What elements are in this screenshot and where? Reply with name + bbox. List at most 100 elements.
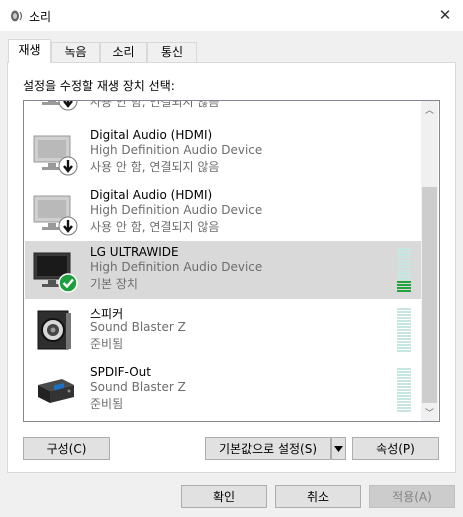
meter-segment bbox=[397, 320, 411, 322]
volume-meter bbox=[397, 368, 411, 412]
device-name: SPDIF-Out bbox=[90, 365, 151, 379]
meter-segment bbox=[397, 350, 411, 352]
dropdown-arrow-icon[interactable] bbox=[334, 445, 343, 452]
meter-segment bbox=[397, 410, 411, 412]
meter-segment bbox=[397, 326, 411, 328]
monitor-icon bbox=[33, 252, 78, 293]
meter-segment bbox=[397, 314, 411, 316]
meter-segment bbox=[397, 317, 411, 319]
scroll-thumb[interactable] bbox=[422, 187, 437, 403]
meter-segment bbox=[397, 392, 411, 394]
scroll-up-button[interactable]: ︿ bbox=[421, 101, 438, 118]
meter-segment bbox=[397, 287, 411, 289]
device-description: Sound Blaster Z bbox=[90, 320, 186, 334]
meter-segment bbox=[397, 395, 411, 397]
meter-segment bbox=[397, 377, 411, 379]
device-name: Digital Audio (HDMI) bbox=[90, 188, 213, 202]
chevron-down-icon[interactable]: ﹀ bbox=[425, 406, 434, 419]
volume-meter bbox=[397, 308, 411, 352]
volume-meter bbox=[397, 248, 411, 292]
configure-button[interactable]: 구성(C) bbox=[23, 437, 110, 460]
device-status: 사용 안 함, 연결되지 않음 bbox=[90, 220, 220, 234]
device-row[interactable]: 스피커 Sound Blaster Z 준비됨 bbox=[25, 301, 421, 359]
meter-segment bbox=[397, 308, 411, 310]
check-icon bbox=[58, 273, 78, 293]
meter-segment bbox=[397, 401, 411, 403]
meter-segment bbox=[397, 335, 411, 337]
meter-segment bbox=[397, 281, 411, 283]
tab-recording[interactable]: 녹음 bbox=[51, 42, 100, 62]
meter-segment bbox=[397, 278, 411, 280]
set-default-button[interactable]: 기본값으로 설정(S) bbox=[205, 437, 331, 460]
meter-segment bbox=[397, 263, 411, 265]
device-description: Sound Blaster Z bbox=[90, 380, 186, 394]
device-description: High Definition Audio Device bbox=[90, 143, 263, 157]
device-status: 기본 장치 bbox=[90, 277, 138, 291]
meter-segment bbox=[397, 347, 411, 349]
spdif-device-icon bbox=[38, 379, 74, 403]
properties-button[interactable]: 속성(P) bbox=[352, 437, 439, 460]
device-description: High Definition Audio Device bbox=[90, 260, 263, 274]
device-list[interactable]: 사용 안 함, 연결되지 않음 Digital Audio (HDMI) Hig… bbox=[23, 100, 440, 422]
apply-button[interactable]: 적용(A) bbox=[369, 485, 455, 508]
meter-segment bbox=[397, 371, 411, 373]
meter-segment bbox=[397, 272, 411, 274]
meter-segment bbox=[397, 275, 411, 277]
meter-segment bbox=[397, 257, 411, 259]
device-row-selected[interactable]: LG ULTRAWIDE High Definition Audio Devic… bbox=[25, 241, 421, 299]
tab-playback[interactable]: 재생 bbox=[8, 39, 51, 63]
meter-segment bbox=[397, 311, 411, 313]
meter-segment bbox=[397, 260, 411, 262]
ok-button[interactable]: 확인 bbox=[181, 485, 267, 508]
chevron-up-icon[interactable]: ︿ bbox=[425, 103, 434, 116]
device-status: 사용 안 함, 연결되지 않음 bbox=[90, 100, 220, 109]
device-status: 준비됨 bbox=[90, 397, 124, 411]
close-button[interactable]: ✕ bbox=[432, 4, 458, 26]
monitor-icon bbox=[33, 135, 78, 176]
device-name: LG ULTRAWIDE bbox=[90, 245, 179, 259]
arrow-down-icon bbox=[58, 216, 78, 236]
meter-segment bbox=[397, 332, 411, 334]
meter-segment bbox=[397, 368, 411, 370]
arrow-down-icon bbox=[58, 156, 78, 176]
meter-segment bbox=[397, 389, 411, 391]
device-description: High Definition Audio Device bbox=[90, 203, 263, 217]
scroll-down-button[interactable]: ﹀ bbox=[421, 404, 438, 421]
cancel-button[interactable]: 취소 bbox=[275, 485, 361, 508]
set-default-dropdown[interactable] bbox=[331, 437, 346, 460]
device-name: Digital Audio (HDMI) bbox=[90, 128, 213, 142]
meter-segment bbox=[397, 380, 411, 382]
meter-segment bbox=[397, 266, 411, 268]
instruction-label: 설정을 수정할 재생 장치 선택: bbox=[23, 79, 175, 93]
meter-segment bbox=[397, 407, 411, 409]
meter-segment bbox=[397, 254, 411, 256]
meter-segment bbox=[397, 251, 411, 253]
monitor-icon bbox=[42, 101, 78, 111]
meter-segment bbox=[397, 383, 411, 385]
tab-communications[interactable]: 통신 bbox=[147, 42, 197, 62]
device-row[interactable]: 사용 안 함, 연결되지 않음 bbox=[25, 100, 421, 117]
title-bar bbox=[0, 0, 463, 31]
meter-segment bbox=[397, 338, 411, 340]
device-row[interactable]: Digital Audio (HDMI) High Definition Aud… bbox=[25, 184, 421, 242]
arrow-down-icon bbox=[58, 101, 78, 111]
meter-segment bbox=[397, 323, 411, 325]
meter-segment bbox=[397, 341, 411, 343]
device-status: 사용 안 함, 연결되지 않음 bbox=[90, 160, 220, 174]
speaker-icon bbox=[37, 310, 71, 350]
device-status: 준비됨 bbox=[90, 337, 124, 351]
meter-segment bbox=[397, 374, 411, 376]
meter-segment bbox=[397, 398, 411, 400]
speaker-app-icon bbox=[11, 10, 23, 22]
meter-segment bbox=[397, 284, 411, 286]
close-icon[interactable]: ✕ bbox=[439, 6, 452, 24]
meter-segment bbox=[397, 404, 411, 406]
meter-segment bbox=[397, 269, 411, 271]
meter-segment bbox=[397, 290, 411, 292]
device-row[interactable]: Digital Audio (HDMI) High Definition Aud… bbox=[25, 124, 421, 182]
monitor-icon bbox=[33, 195, 78, 236]
device-row[interactable]: SPDIF-Out Sound Blaster Z 준비됨 bbox=[25, 361, 421, 419]
meter-segment bbox=[397, 248, 411, 250]
tab-sounds[interactable]: 소리 bbox=[100, 42, 147, 62]
window-title: 소리 bbox=[29, 10, 52, 24]
